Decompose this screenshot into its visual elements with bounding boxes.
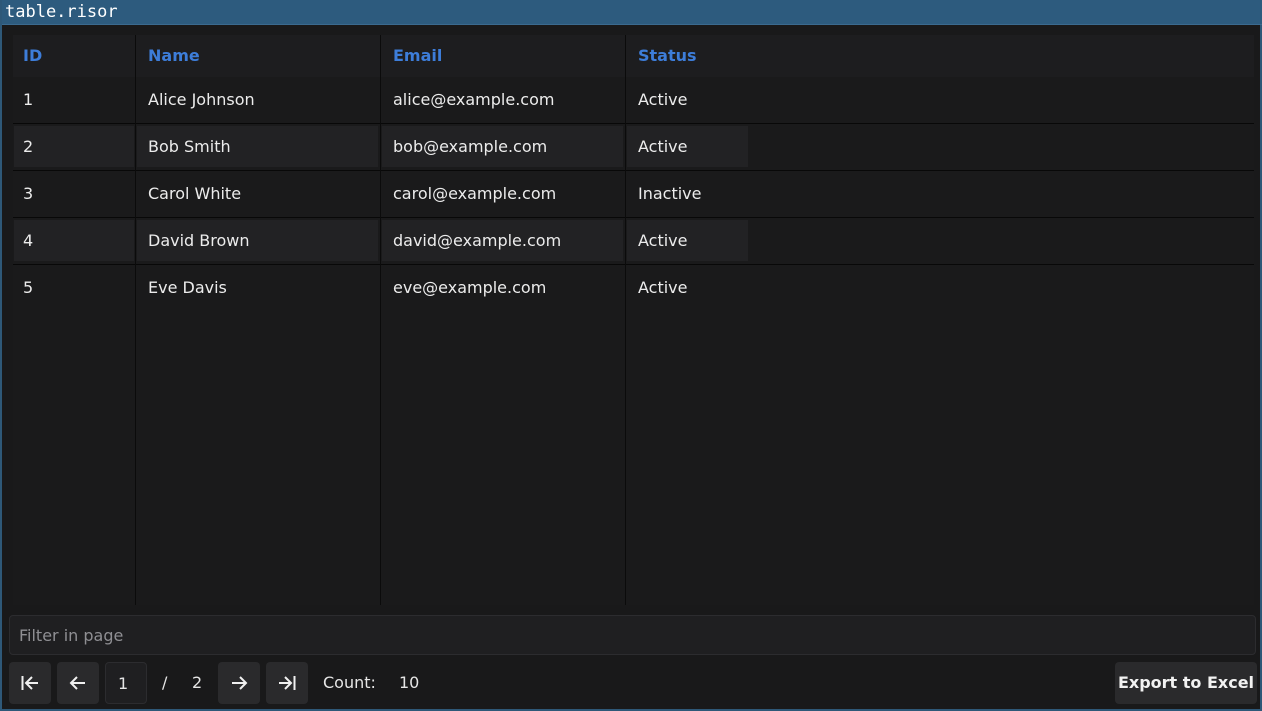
last-page-button[interactable] [266,662,308,704]
count-value: 10 [399,673,420,692]
window-title: table.risor [5,2,118,22]
count-label: Count: [323,673,376,692]
first-page-icon [21,676,38,690]
cell-id: 2 [23,137,34,156]
app-window: table.risor ID Name Email Status 1 Alice… [0,0,1262,711]
column-header-status[interactable]: Status [638,35,697,77]
cell-name: David Brown [148,231,250,250]
total-pages: 2 [192,673,203,692]
cell-name: Alice Johnson [148,90,255,109]
cell-status: Active [638,90,688,109]
cell-id: 4 [23,231,34,250]
next-page-button[interactable] [218,662,260,704]
table-row[interactable]: 2 Bob Smith bob@example.com Active [13,124,1254,171]
cell-email: bob@example.com [393,137,548,156]
table-row[interactable]: 3 Carol White carol@example.com Inactive [13,171,1254,218]
table-row[interactable]: 5 Eve Davis eve@example.com Active [13,265,1254,311]
cell-id: 1 [23,90,34,109]
prev-page-icon [69,676,85,690]
cell-email: david@example.com [393,231,562,250]
title-bar: table.risor [2,0,1262,25]
cell-status: Active [638,137,688,156]
cell-status: Active [638,278,688,297]
column-divider[interactable] [380,35,381,605]
cell-email: eve@example.com [393,278,547,297]
table-row[interactable]: 1 Alice Johnson alice@example.com Active [13,77,1254,124]
page-separator: / [162,673,168,692]
cell-name: Carol White [148,184,242,203]
column-divider[interactable] [625,35,626,605]
first-page-button[interactable] [9,662,51,704]
column-divider[interactable] [135,35,136,605]
cell-email: alice@example.com [393,90,555,109]
cell-id: 5 [23,278,34,297]
cell-name: Eve Davis [148,278,227,297]
cell-email: carol@example.com [393,184,557,203]
next-page-icon [232,676,248,690]
prev-page-button[interactable] [57,662,99,704]
column-header-name[interactable]: Name [148,35,200,77]
table-row[interactable]: 4 David Brown david@example.com Active [13,218,1254,265]
page-number-input[interactable] [105,662,147,704]
export-excel-button[interactable]: Export to Excel [1115,662,1257,704]
cell-status: Active [638,231,688,250]
data-table: ID Name Email Status 1 Alice Johnson ali… [13,35,1254,605]
table-header: ID Name Email Status [13,35,1254,77]
column-header-id[interactable]: ID [23,35,42,77]
cell-status: Inactive [638,184,702,203]
column-header-email[interactable]: Email [393,35,442,77]
cell-id: 3 [23,184,34,203]
cell-name: Bob Smith [148,137,231,156]
last-page-icon [279,676,296,690]
filter-input[interactable] [9,615,1256,655]
